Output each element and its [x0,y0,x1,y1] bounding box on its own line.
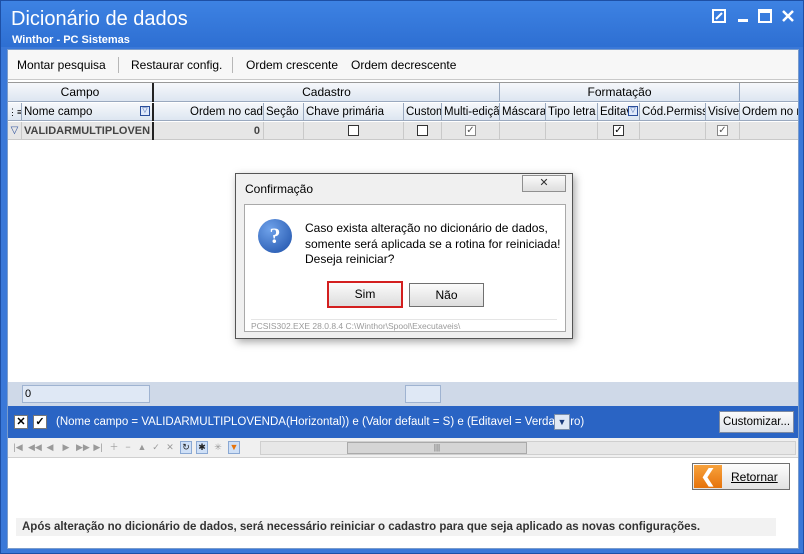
filter-enabled-checkbox[interactable]: ✓ [33,415,47,429]
first-page-icon[interactable]: |◀ [12,441,24,454]
column-chave-primaria[interactable]: Chave primária [304,103,404,121]
row-indicator-header: ⋮≡ [8,103,22,121]
ordem-crescente-button[interactable]: Ordem crescente [246,58,338,72]
post-icon[interactable]: ✓ [150,441,162,454]
filter-expression[interactable]: (Nome campo = VALIDARMULTIPLOVENDA(Horiz… [56,416,584,428]
horizontal-scrollbar[interactable]: ||| [260,441,796,455]
sim-button[interactable]: Sim [327,281,403,308]
prev-record-icon[interactable]: ◀ [44,441,56,454]
checkbox-custom[interactable] [417,125,428,136]
row-filter-indicator-icon: ▽ [8,122,22,140]
cell-editavel[interactable]: ✓ [598,122,640,140]
toolbar-separator [232,57,233,73]
window-subtitle: Winthor - PC Sistemas [12,34,130,46]
checkbox-multi-edicao[interactable]: ✓ [465,125,476,136]
dialog-status-text: PCSIS302.EXE 28.0.8.4 C:\Winthor\Spool\E… [251,319,557,331]
navigator-bar: |◀ ◀◀ ◀ ▶ ▶▶ ▶| ＋ − ▲ ✓ ✕ ↻ ✱ ✳ ▼ ||| [8,438,798,458]
window-title: Dicionário de dados [11,8,188,30]
cell-secao[interactable] [264,122,304,140]
restore-icon[interactable] [711,9,727,25]
restaurar-config-button[interactable]: Restaurar config. [131,58,222,72]
back-arrow-icon: ❮ [694,465,722,488]
checkbox-visivel[interactable]: ✓ [717,125,728,136]
dialog-message-line: somente será aplicada se a rotina for re… [305,237,561,251]
column-nome-campo[interactable]: Nome campo ▽ [22,103,154,121]
band-header-row: Campo Cadastro Formatação [8,83,798,102]
column-secao[interactable]: Seção [264,103,304,121]
cell-nome-campo[interactable]: VALIDARMULTIPLOVEN [22,122,154,140]
info-message: Após alteração no dicionário de dados, s… [16,518,776,536]
toolbar-separator [118,57,119,73]
close-icon[interactable] [780,9,796,25]
checkbox-chave-primaria[interactable] [348,125,359,136]
filter-icon[interactable]: ▼ [228,441,240,454]
footer-count: 0 [22,385,150,403]
column-custom[interactable]: Custom [404,103,442,121]
checkbox-editavel[interactable]: ✓ [613,125,624,136]
retornar-label: Retornar [731,470,778,484]
next-record-icon[interactable]: ▶ [60,441,72,454]
band-cadastro[interactable]: Cadastro [154,83,500,102]
column-label: Nome campo [24,106,93,118]
cell-chave-primaria[interactable] [304,122,404,140]
cell-ordem[interactable]: 0 [154,122,264,140]
cell-visivel[interactable]: ✓ [706,122,740,140]
maximize-icon[interactable] [757,9,773,25]
column-header-row: ⋮≡ Nome campo ▽ Ordem no cada Seção Chav… [8,103,798,121]
dialog-message-line: Deseja reiniciar? [305,252,395,266]
footer-summary [405,385,441,403]
retornar-button[interactable]: ❮ Retornar [692,463,790,490]
filter-bar: ✕ ✓ (Nome campo = VALIDARMULTIPLOVENDA(H… [8,406,798,438]
grid-footer: 0 [8,382,798,406]
last-page-icon[interactable]: ▶| [92,441,104,454]
delete-icon[interactable]: − [122,441,134,454]
clear-filter-button[interactable]: ✕ [14,415,28,429]
dialog-body: ? Caso exista alteração no dicionário de… [244,204,566,332]
band-extra [740,83,798,102]
edit-icon[interactable]: ▲ [136,441,148,454]
prev-page-icon[interactable]: ◀◀ [28,441,42,454]
montar-pesquisa-button[interactable]: Montar pesquisa [17,58,106,72]
cancel-icon[interactable]: ✕ [164,441,176,454]
cell-tipo-letra[interactable] [546,122,598,140]
dialog-title: Confirmação [245,182,314,196]
column-ordem[interactable]: Ordem no cada [188,103,264,121]
question-icon: ? [258,219,292,253]
column-multi-edicao[interactable]: Multi-ediçã [442,103,500,121]
ordem-decrescente-button[interactable]: Ordem decrescente [351,58,456,72]
column-cod-permiss[interactable]: Cód.Permiss [640,103,706,121]
cell-multi-edicao[interactable]: ✓ [442,122,500,140]
column-editavel[interactable]: Editav ▽ [598,103,640,121]
cell-ordem-no-r[interactable] [740,122,798,140]
goto-bookmark-icon[interactable]: ✳ [212,441,224,454]
cell-mascara[interactable] [500,122,546,140]
cell-cod-permiss[interactable] [640,122,706,140]
column-tipo-letra[interactable]: Tipo letra [546,103,598,121]
table-row[interactable]: ▽ VALIDARMULTIPLOVEN 0 ✓ ✓ ✓ [8,122,798,140]
scrollbar-thumb[interactable]: ||| [347,442,527,454]
main-window: Dicionário de dados Winthor - PC Sistema… [0,0,804,554]
bookmark-icon[interactable]: ✱ [196,441,208,454]
next-page-icon[interactable]: ▶▶ [76,441,90,454]
customize-button[interactable]: Customizar... [719,411,794,433]
insert-icon[interactable]: ＋ [108,441,120,454]
minimize-icon[interactable] [735,9,751,25]
filter-icon[interactable]: ▽ [140,106,150,116]
band-formatacao[interactable]: Formatação [500,83,740,102]
title-bar[interactable]: Dicionário de dados Winthor - PC Sistema… [1,1,803,47]
column-mascara[interactable]: Máscara [500,103,546,121]
cell-custom[interactable] [404,122,442,140]
toolbar: Montar pesquisa Restaurar config. Ordem … [8,50,798,80]
refresh-icon[interactable]: ↻ [180,441,192,454]
column-visivel[interactable]: Visível [706,103,740,121]
dialog-close-button[interactable]: ✕ [522,175,566,192]
dialog-message-line: Caso exista alteração no dicionário de d… [305,221,548,235]
band-campo[interactable]: Campo [8,83,154,102]
filter-history-dropdown[interactable]: ▼ [554,414,570,430]
column-ordem-no-r[interactable]: Ordem no r [740,103,798,121]
filter-icon[interactable]: ▽ [628,106,638,116]
confirmation-dialog: Confirmação ✕ ? Caso exista alteração no… [235,173,573,339]
nao-button[interactable]: Não [409,283,484,307]
